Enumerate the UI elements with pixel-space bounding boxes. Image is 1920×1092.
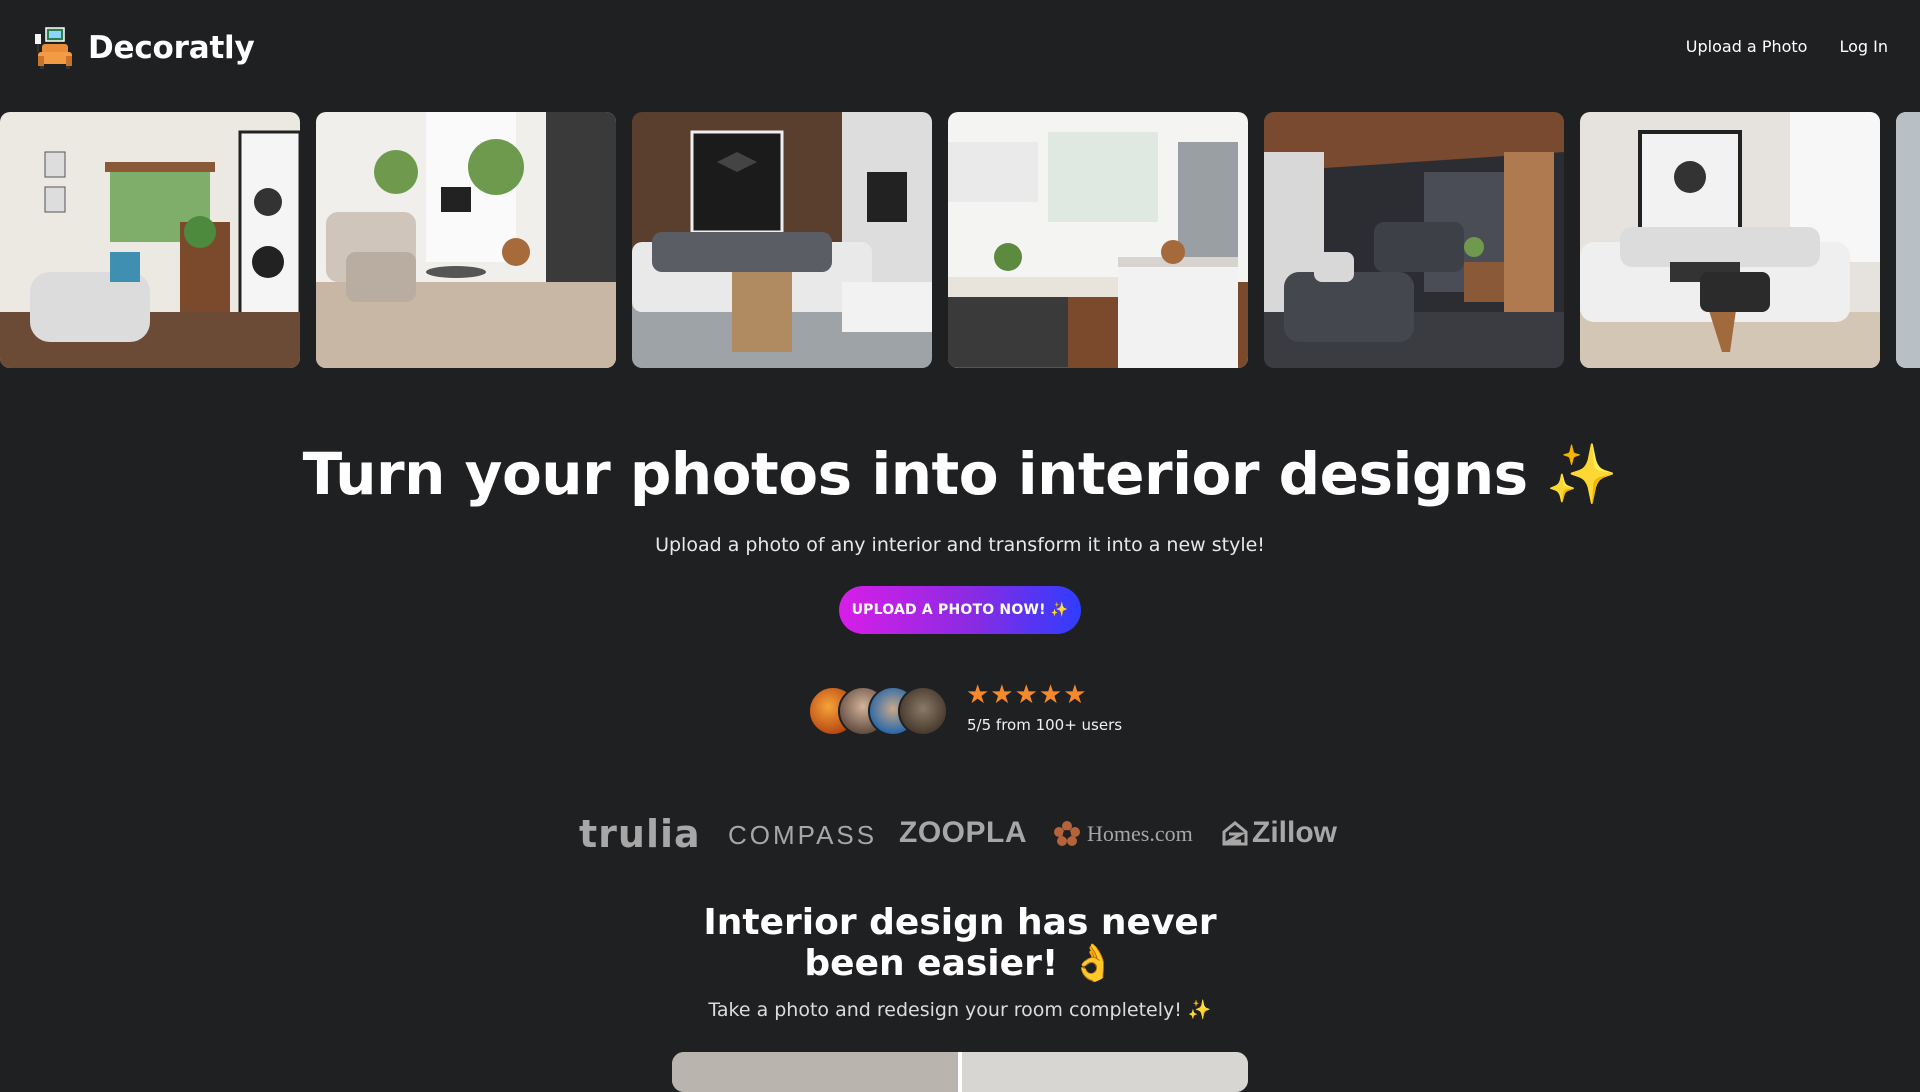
homes-com-logo: Homes.com [1053,820,1193,848]
gallery-image-kitchen[interactable] [948,112,1248,368]
trulia-logo: trulia [579,812,701,856]
nav-upload-photo-link[interactable]: Upload a Photo [1686,37,1808,56]
section-title: Interior design has never been easier! 👌 [703,902,1217,984]
sparkles-icon: ✨ [1545,440,1618,508]
gallery-image-dark-lounge[interactable] [1264,112,1564,368]
upload-photo-cta-button[interactable]: UPLOAD A PHOTO NOW! ✨ [839,586,1081,634]
section-subtitle-text: Take a photo and redesign your room comp… [708,999,1182,1021]
zoopla-logo: ZOOPLA [899,816,1027,849]
brand-link[interactable]: Decoratly [32,26,255,70]
gallery-image-white-lounge[interactable] [1580,112,1880,368]
interior-gallery [0,112,1920,368]
zillow-logo: Zillow [1222,816,1337,850]
nav-links: Upload a Photo Log In [1686,37,1888,56]
hero-subtitle: Upload a photo of any interior and trans… [655,534,1265,556]
brand-name: Decoratly [88,30,255,66]
hero-title-text: Turn your photos into interior designs [302,440,1529,508]
avatar [898,686,948,736]
compass-logo: COMPASS [728,820,878,850]
partner-logos: trulia COMPASS ZOOPLA Homes.com Zillow [0,808,1920,858]
homes-flower-icon [1054,821,1080,846]
section-subtitle: Take a photo and redesign your room comp… [0,998,1920,1021]
user-avatars [808,686,958,736]
gallery-image-partial[interactable] [1896,112,1920,368]
gallery-image-living-room-2[interactable] [316,112,616,368]
homes-com-text: Homes.com [1087,821,1193,846]
gallery-image-living-room-1[interactable] [0,112,300,368]
five-star-rating: ★★★★★ [966,680,1088,710]
armchair-logo-icon [35,27,72,69]
sparkles-icon: ✨ [1187,999,1212,1021]
zillow-house-icon [1222,821,1248,846]
nav-login-link[interactable]: Log In [1839,37,1888,56]
before-after-preview[interactable] [672,1052,1248,1092]
hero-title: Turn your photos into interior designs ✨ [0,440,1920,509]
rating-text: 5/5 from 100+ users [967,716,1123,734]
gallery-image-living-room-3[interactable] [632,112,932,368]
zillow-text: Zillow [1252,816,1337,849]
top-navbar: Decoratly Upload a Photo Log In [0,0,1920,96]
